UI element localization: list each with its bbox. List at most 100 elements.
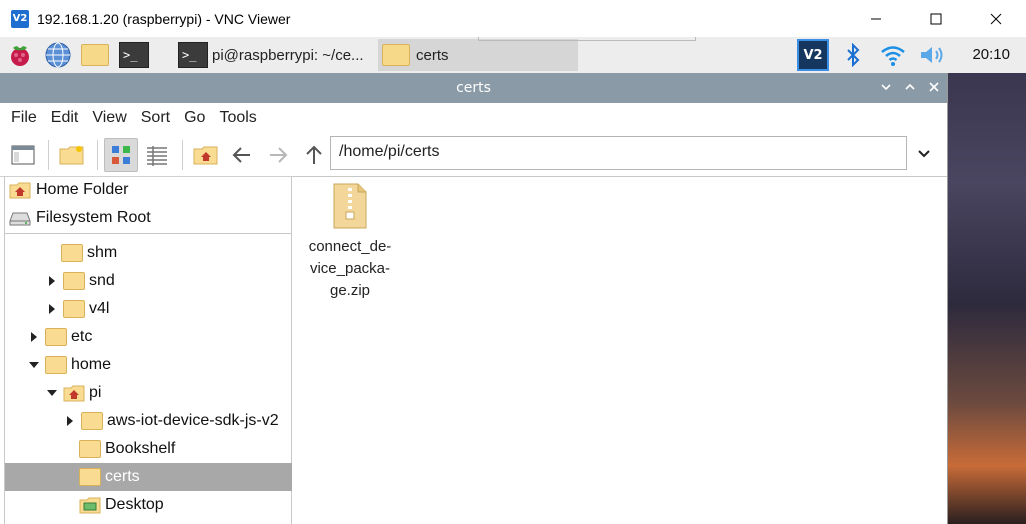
arrow-up-icon	[306, 145, 322, 164]
panel-clock: 20:10	[972, 46, 1010, 63]
task-label: certs	[416, 46, 449, 64]
menu-file[interactable]: File	[4, 109, 44, 127]
chevron-up-icon	[905, 83, 915, 90]
vnc-tray-icon: V2	[797, 39, 829, 71]
folder-icon	[63, 300, 85, 318]
place-home-folder[interactable]: Home Folder	[5, 176, 291, 204]
fm-close-button[interactable]	[927, 81, 941, 95]
tree-label: snd	[89, 272, 115, 289]
menu-sort[interactable]: Sort	[134, 109, 177, 127]
vnc-titlebar: V2 192.168.1.20 (raspberrypi) - VNC View…	[0, 0, 1026, 37]
folder-icon	[79, 468, 101, 486]
tree-label: etc	[71, 328, 93, 345]
file-item[interactable]: connect_de- vice_packa- ge.zip	[305, 182, 395, 302]
arrow-right-icon	[270, 146, 288, 163]
tree-label: certs	[105, 468, 140, 485]
task-label: pi@raspberrypi: ~/ce...	[212, 46, 364, 64]
tree-item-v4l[interactable]: v4l	[45, 295, 109, 323]
tree-item-certs[interactable]: certs	[5, 463, 292, 491]
new-window-button[interactable]	[6, 138, 40, 172]
folder-icon	[45, 328, 67, 346]
volume-button[interactable]	[918, 39, 948, 71]
close-button[interactable]	[966, 0, 1026, 37]
tree-item-shm[interactable]: shm	[61, 239, 117, 267]
web-browser-button[interactable]	[40, 39, 76, 71]
tree-item-snd[interactable]: snd	[45, 267, 115, 295]
expand-icon[interactable]	[45, 302, 59, 316]
tree-item-pi[interactable]: pi	[45, 379, 101, 407]
forward-button[interactable]	[261, 138, 295, 172]
tree-item-desktop[interactable]: Desktop	[79, 491, 164, 519]
home-folder-icon	[63, 385, 85, 402]
new-window-icon	[11, 145, 35, 164]
tree-item-etc[interactable]: etc	[27, 323, 92, 351]
tree-label: Desktop	[105, 496, 164, 513]
globe-icon	[45, 42, 71, 68]
new-folder-button[interactable]	[55, 138, 89, 172]
tree-label: aws-iot-device-sdk-js-v2	[107, 412, 279, 429]
terminal-launcher[interactable]: >_	[114, 39, 154, 71]
wifi-button[interactable]	[876, 39, 910, 71]
file-manager-launcher[interactable]	[76, 39, 114, 71]
drive-icon	[9, 212, 31, 226]
vnc-tray-button[interactable]: V2	[796, 37, 830, 73]
icon-view-button[interactable]	[104, 137, 138, 172]
chevron-down-icon	[881, 84, 891, 91]
home-button[interactable]	[189, 138, 223, 172]
address-bar[interactable]: /home/pi/certs	[330, 136, 907, 170]
expand-icon[interactable]	[63, 414, 77, 428]
menu-go[interactable]: Go	[177, 109, 212, 127]
collapse-icon[interactable]	[45, 386, 59, 400]
menu-tools[interactable]: Tools	[212, 109, 263, 127]
minimize-icon	[871, 18, 881, 19]
up-button[interactable]	[297, 138, 331, 172]
fm-maximize-button[interactable]	[903, 81, 917, 95]
minimize-button[interactable]	[846, 0, 906, 37]
folder-icon	[382, 44, 410, 66]
expand-icon[interactable]	[45, 274, 59, 288]
tree-item-home[interactable]: home	[27, 351, 111, 379]
task-terminal[interactable]: >_ pi@raspberrypi: ~/ce...	[178, 39, 378, 71]
vnc-window-title: 192.168.1.20 (raspberrypi) - VNC Viewer	[37, 10, 291, 27]
place-label: Filesystem Root	[36, 209, 151, 226]
bluetooth-button[interactable]	[838, 39, 868, 71]
fm-minimize-button[interactable]	[879, 81, 893, 95]
tree-label: pi	[89, 384, 102, 401]
raspberry-menu-button[interactable]	[0, 39, 40, 71]
fm-titlebar: certs	[0, 73, 947, 103]
place-filesystem-root[interactable]: Filesystem Root	[5, 204, 291, 232]
menubar: File Edit View Sort Go Tools	[0, 103, 947, 133]
menu-edit[interactable]: Edit	[44, 109, 86, 127]
collapse-icon[interactable]	[27, 358, 41, 372]
folder-icon	[79, 440, 101, 458]
tree-label: Bookshelf	[105, 440, 176, 457]
tree-item-bookshelf[interactable]: Bookshelf	[79, 435, 175, 463]
file-name-line: connect_de-	[308, 238, 392, 255]
terminal-icon: >_	[119, 42, 149, 68]
tree-label: home	[71, 356, 112, 373]
expand-icon[interactable]	[27, 330, 41, 344]
place-label: Home Folder	[36, 181, 129, 198]
panel-divider	[478, 37, 696, 41]
fm-window-title: certs	[456, 80, 491, 96]
maximize-button[interactable]	[906, 0, 966, 37]
menu-view[interactable]: View	[85, 109, 133, 127]
list-view-button[interactable]	[140, 138, 174, 172]
chevron-down-icon	[918, 150, 930, 158]
file-name-line: ge.zip	[329, 282, 371, 299]
address-dropdown-button[interactable]	[912, 142, 936, 166]
maximize-icon	[930, 13, 942, 24]
volume-icon	[921, 47, 943, 63]
icon-view-icon	[112, 145, 130, 164]
folder-icon	[81, 44, 109, 66]
raspberry-icon	[11, 46, 29, 66]
tree-label: v4l	[89, 300, 110, 317]
new-folder-icon	[59, 145, 84, 164]
side-pane: Home Folder Filesystem Root shm snd v4l …	[4, 176, 292, 524]
toolbar-separator	[48, 139, 49, 170]
tree-item-aws-iot-device-sdk[interactable]: aws-iot-device-sdk-js-v2	[63, 407, 279, 435]
toolbar-separator	[97, 139, 98, 170]
task-file-manager[interactable]: certs	[378, 39, 578, 71]
folder-icon	[81, 412, 103, 430]
back-button[interactable]	[225, 138, 259, 172]
